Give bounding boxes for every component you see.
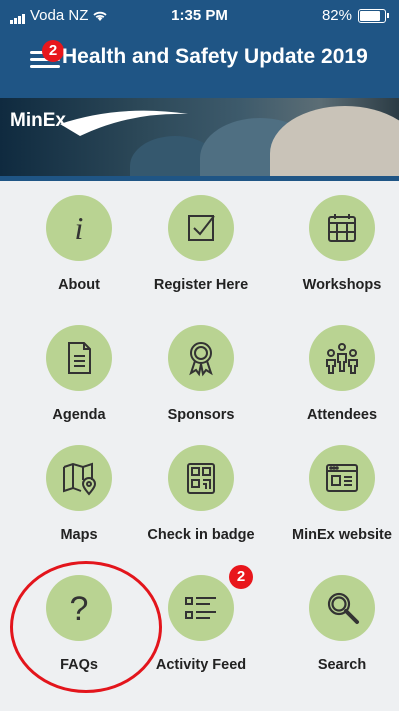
tile-label: MinEx website xyxy=(292,527,392,543)
tile-about[interactable]: i About xyxy=(19,195,139,293)
tile-label: Attendees xyxy=(306,407,378,423)
tile-label: Search xyxy=(317,657,367,673)
people-icon xyxy=(326,343,358,374)
tile-label: Maps xyxy=(60,527,98,543)
tile-search[interactable]: Search xyxy=(282,575,399,673)
activity-feed-badge: 2 xyxy=(229,565,253,589)
battery-info: 82% xyxy=(322,7,389,24)
header-bar: Voda NZ 1:35 PM 82% 2 Health and Safety … xyxy=(0,0,399,98)
tile-label: Activity Feed xyxy=(155,657,247,673)
menu-badge: 2 xyxy=(42,40,64,62)
divider xyxy=(0,176,399,181)
tile-attendees[interactable]: Attendees xyxy=(282,325,399,423)
tile-workshops[interactable]: Workshops xyxy=(282,195,399,293)
faqs-highlight-ring xyxy=(10,561,162,693)
minex-logo: MinEx xyxy=(10,110,66,131)
tile-maps[interactable]: Maps xyxy=(19,445,139,543)
calendar-icon xyxy=(328,214,356,242)
search-icon xyxy=(327,592,359,624)
logo-swoosh-icon xyxy=(60,110,188,136)
checkbox-icon xyxy=(188,215,215,241)
event-banner: MinEx xyxy=(0,98,399,180)
list-icon xyxy=(185,597,216,619)
ribbon-icon xyxy=(189,342,213,377)
tile-icon-circle: i xyxy=(46,195,112,261)
tile-label: Agenda xyxy=(52,407,106,423)
battery-icon xyxy=(358,8,386,23)
tile-register-here[interactable]: Register Here xyxy=(141,195,261,293)
tile-label: About xyxy=(58,277,100,293)
map-icon xyxy=(63,462,97,496)
tile-label: Register Here xyxy=(153,277,249,293)
tile-label: Workshops xyxy=(302,277,382,293)
status-bar: Voda NZ 1:35 PM 82% xyxy=(0,0,399,32)
battery-percent: 82% xyxy=(321,7,352,24)
tile-agenda[interactable]: Agenda xyxy=(19,325,139,423)
tile-label: Check in badge xyxy=(147,527,255,543)
tile-minex-website[interactable]: MinEx website xyxy=(282,445,399,543)
info-icon: i xyxy=(75,210,84,246)
svg-text:i: i xyxy=(75,210,84,246)
document-icon xyxy=(68,342,91,374)
browser-icon xyxy=(326,464,358,492)
page-title: Health and Safety Update 2019 xyxy=(62,45,368,68)
tile-sponsors[interactable]: Sponsors xyxy=(141,325,261,423)
tile-check-in-badge[interactable]: Check in badge xyxy=(141,445,261,543)
tile-label: Sponsors xyxy=(167,407,235,423)
qr-code-icon xyxy=(187,463,215,494)
